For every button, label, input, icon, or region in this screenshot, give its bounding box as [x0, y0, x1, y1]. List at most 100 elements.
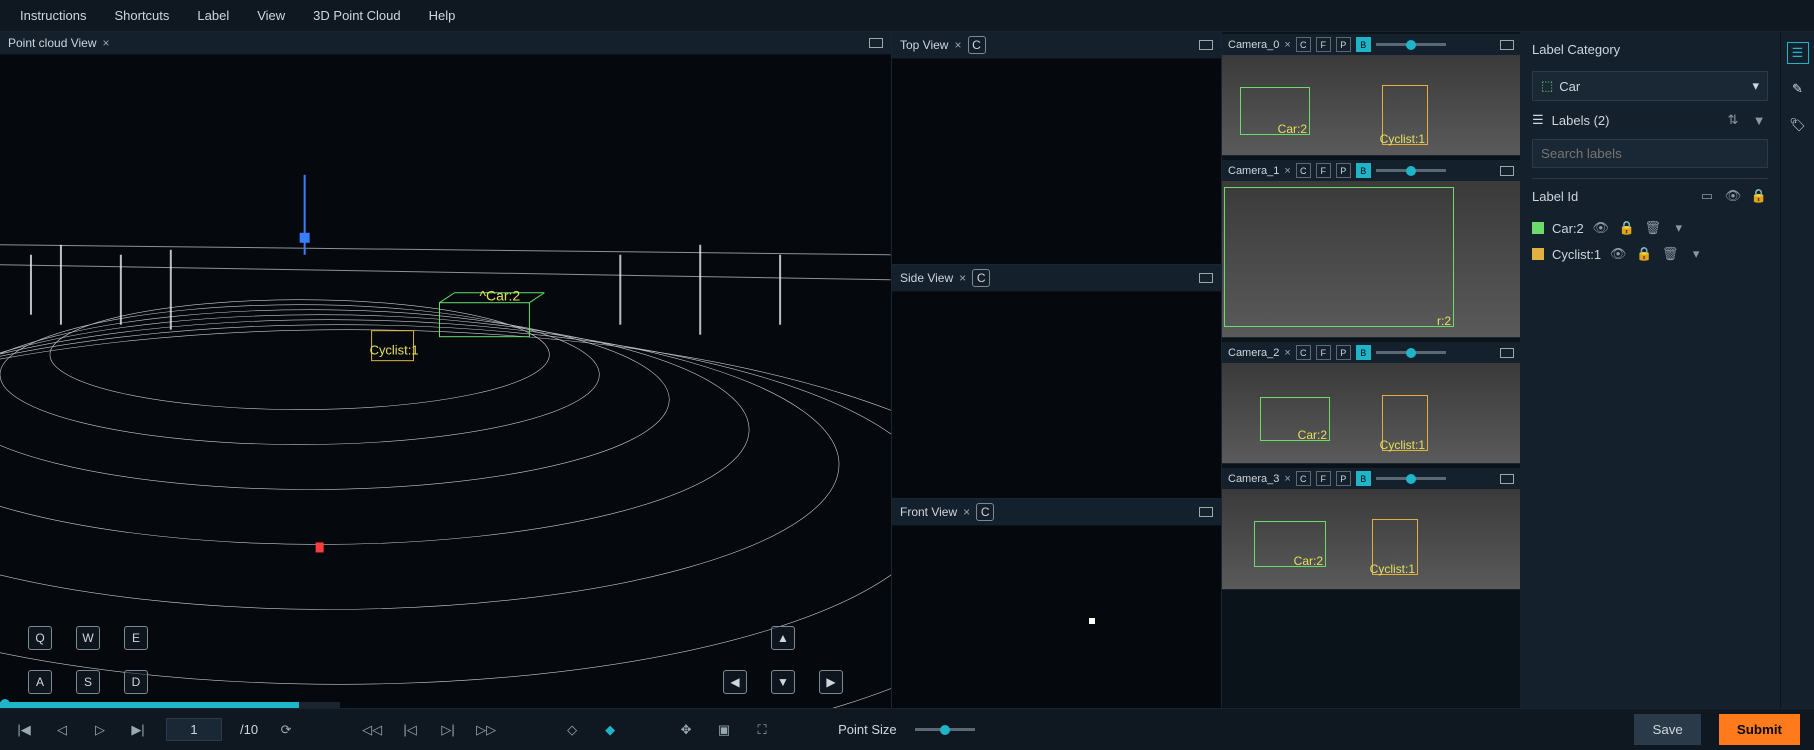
close-icon[interactable]: × — [1284, 165, 1290, 177]
maximize-icon[interactable] — [869, 38, 883, 48]
cam-f-toggle[interactable]: F — [1316, 345, 1331, 360]
point-size-slider[interactable] — [915, 728, 975, 731]
delete-icon[interactable]: 🗑 — [1644, 219, 1662, 237]
toggle-c[interactable]: C — [968, 36, 986, 54]
forward-icon[interactable]: ▷▷ — [476, 720, 496, 740]
cam-c-toggle[interactable]: C — [1296, 37, 1311, 52]
cam-b-toggle[interactable]: B — [1356, 37, 1371, 52]
cam-f-toggle[interactable]: F — [1316, 163, 1331, 178]
menu-instructions[interactable]: Instructions — [20, 8, 86, 23]
key-a[interactable]: A — [28, 670, 52, 694]
eye-icon[interactable]: 👁 — [1724, 187, 1742, 205]
menu-view[interactable]: View — [257, 8, 285, 23]
cam-brightness-slider[interactable] — [1376, 43, 1446, 46]
cam-c-toggle[interactable]: C — [1296, 345, 1311, 360]
maximize-icon[interactable] — [1500, 474, 1514, 484]
key-w[interactable]: W — [76, 626, 100, 650]
camera-image[interactable]: Car:2 Cyclist:1 — [1222, 55, 1520, 155]
bbox-cyc[interactable]: Cyclist:1 — [1372, 519, 1418, 575]
key-d[interactable]: D — [124, 670, 148, 694]
maximize-icon[interactable] — [1199, 507, 1213, 517]
cam-c-toggle[interactable]: C — [1296, 471, 1311, 486]
hide-icon[interactable]: 👁 — [1609, 245, 1627, 263]
rail-edit-icon[interactable]: ✎ — [1787, 78, 1809, 100]
close-icon[interactable]: × — [963, 505, 970, 519]
next-frame-icon[interactable]: ▷| — [438, 720, 458, 740]
close-icon[interactable]: × — [954, 38, 961, 52]
step-back-icon[interactable]: ◁ — [52, 720, 72, 740]
top-view-viewport[interactable] — [892, 59, 1221, 264]
arrow-up[interactable]: ▲ — [771, 626, 795, 650]
close-icon[interactable]: × — [959, 271, 966, 285]
arrow-down[interactable]: ▼ — [771, 670, 795, 694]
bbox-car[interactable]: Car:2 — [1254, 521, 1326, 567]
search-labels-input[interactable] — [1532, 139, 1768, 168]
sort-icon[interactable]: ⇅ — [1724, 111, 1742, 129]
play-icon[interactable]: ▷ — [90, 720, 110, 740]
cube-outline-icon[interactable]: ◇ — [562, 720, 582, 740]
maximize-icon[interactable] — [1500, 40, 1514, 50]
refresh-icon[interactable]: ⟳ — [276, 720, 296, 740]
menu-shortcuts[interactable]: Shortcuts — [114, 8, 169, 23]
toggle-c[interactable]: C — [972, 269, 990, 287]
point-cloud-viewport[interactable]: ^Car:2 Cyclist:1 Q W E A S D ▲ ◀ ▼ ▶ — [0, 55, 891, 732]
cam-c-toggle[interactable]: C — [1296, 163, 1311, 178]
arrow-right[interactable]: ▶ — [819, 670, 843, 694]
key-q[interactable]: Q — [28, 626, 52, 650]
prev-frame-icon[interactable]: |◁ — [400, 720, 420, 740]
cam-f-toggle[interactable]: F — [1316, 37, 1331, 52]
cam-b-toggle[interactable]: B — [1356, 345, 1371, 360]
maximize-icon[interactable] — [1199, 40, 1213, 50]
bbox-car[interactable]: Car:2 — [1240, 87, 1310, 135]
cam-p-toggle[interactable]: P — [1336, 345, 1351, 360]
cam-brightness-slider[interactable] — [1376, 351, 1446, 354]
camera-image[interactable]: r:2 — [1222, 181, 1520, 337]
fullscreen-icon[interactable]: ⛶ — [752, 720, 772, 740]
rail-labels-icon[interactable]: ☰ — [1787, 42, 1809, 64]
lock-icon[interactable]: 🔒 — [1618, 219, 1636, 237]
camera-image[interactable]: Car:2 Cyclist:1 — [1222, 489, 1520, 589]
maximize-icon[interactable] — [1500, 348, 1514, 358]
move-icon[interactable]: ✥ — [676, 720, 696, 740]
lock-icon[interactable]: 🔒 — [1750, 187, 1768, 205]
cam-p-toggle[interactable]: P — [1336, 163, 1351, 178]
label-row[interactable]: Car:2 👁 🔒 🗑 ▾ — [1532, 215, 1768, 241]
cam-p-toggle[interactable]: P — [1336, 37, 1351, 52]
label-row[interactable]: Cyclist:1 👁 🔒 🗑 ▾ — [1532, 241, 1768, 267]
close-icon[interactable]: × — [103, 36, 110, 50]
skip-end-icon[interactable]: ▶| — [128, 720, 148, 740]
label-category-select[interactable]: ⬚ Car ▾ — [1532, 71, 1768, 101]
hide-icon[interactable]: 👁 — [1592, 219, 1610, 237]
close-icon[interactable]: × — [1284, 347, 1290, 359]
cam-p-toggle[interactable]: P — [1336, 471, 1351, 486]
bbox-cyc[interactable]: Cyclist:1 — [1382, 395, 1428, 451]
close-icon[interactable]: × — [1284, 473, 1290, 485]
key-e[interactable]: E — [124, 626, 148, 650]
filter-icon[interactable]: ▼ — [1750, 111, 1768, 129]
bbox-car[interactable]: Car:2 — [1260, 397, 1330, 441]
submit-button[interactable]: Submit — [1719, 714, 1800, 745]
menu-3d-point-cloud[interactable]: 3D Point Cloud — [313, 8, 400, 23]
chevron-down-icon[interactable]: ▾ — [1670, 219, 1688, 237]
chevron-down-icon[interactable]: ▾ — [1687, 245, 1705, 263]
key-s[interactable]: S — [76, 670, 100, 694]
delete-icon[interactable]: 🗑 — [1661, 245, 1679, 263]
cam-brightness-slider[interactable] — [1376, 169, 1446, 172]
frame-input[interactable] — [166, 718, 222, 741]
maximize-icon[interactable] — [1199, 273, 1213, 283]
camera-image[interactable]: Car:2 Cyclist:1 — [1222, 363, 1520, 463]
menu-help[interactable]: Help — [429, 8, 456, 23]
cam-brightness-slider[interactable] — [1376, 477, 1446, 480]
rail-tag-icon[interactable]: 🏷 — [1787, 114, 1809, 136]
box-icon[interactable]: ▭ — [1698, 187, 1716, 205]
cam-b-toggle[interactable]: B — [1356, 163, 1371, 178]
bbox-cyc[interactable]: Cyclist:1 — [1382, 85, 1428, 145]
cube-fill-icon[interactable]: ◆ — [600, 720, 620, 740]
rewind-icon[interactable]: ◁◁ — [362, 720, 382, 740]
maximize-icon[interactable] — [1500, 166, 1514, 176]
skip-start-icon[interactable]: |◀ — [14, 720, 34, 740]
crop-icon[interactable]: ▣ — [714, 720, 734, 740]
cam-f-toggle[interactable]: F — [1316, 471, 1331, 486]
side-view-viewport[interactable] — [892, 292, 1221, 497]
close-icon[interactable]: × — [1284, 39, 1290, 51]
